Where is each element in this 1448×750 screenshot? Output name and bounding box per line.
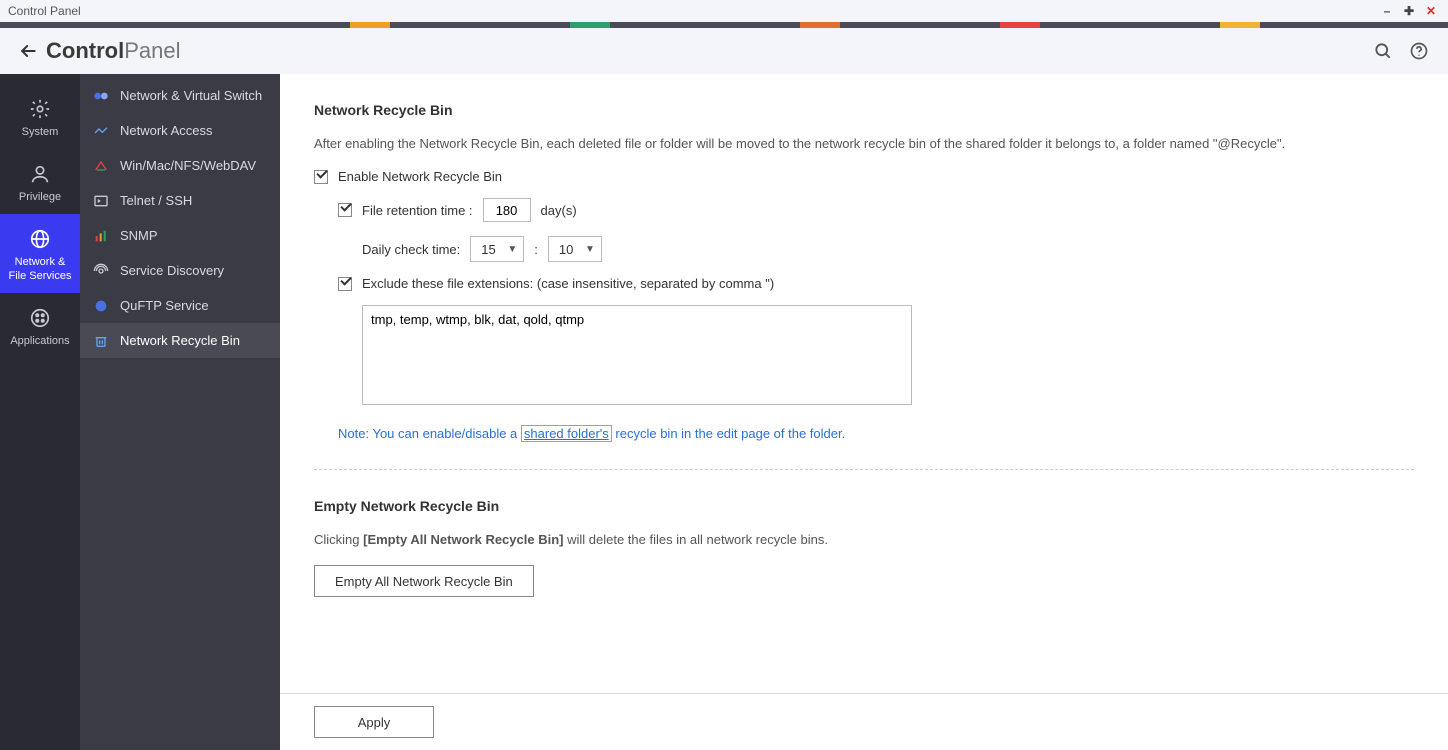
daily-check-label: Daily check time: [362,242,460,257]
shared-folder-link[interactable]: shared folder's [521,425,612,442]
rail-item-applications[interactable]: Applications [0,293,80,358]
sidebar-item-telnet-ssh[interactable]: Telnet / SSH [80,183,280,218]
daily-check-hour-value: 15 [481,242,495,257]
apps-icon [29,307,51,329]
chevron-down-icon: ▼ [507,244,517,255]
section-heading-empty: Empty Network Recycle Bin [314,498,1414,514]
switch-icon [92,87,110,105]
exclude-checkbox[interactable] [338,277,352,291]
sidebar-item-win-mac-nfs-webdav[interactable]: Win/Mac/NFS/WebDAV [80,148,280,183]
search-icon [1373,41,1393,61]
help-icon [1409,41,1429,61]
section-description: After enabling the Network Recycle Bin, … [314,136,1414,151]
daily-check-minute-value: 10 [559,242,573,257]
page-title-light: Panel [124,38,180,63]
sidebar-item-network-recycle-bin[interactable]: Network Recycle Bin [80,323,280,358]
rail-item-privilege[interactable]: Privilege [0,149,80,214]
sidebar-item-label: Network & Virtual Switch [120,88,262,103]
back-button[interactable] [14,37,42,65]
retention-checkbox[interactable] [338,203,352,217]
sidebar-item-label: QuFTP Service [120,298,209,313]
rail-item-label: System [4,126,76,139]
user-icon [29,163,51,185]
exclude-row: Exclude these file extensions: (case ins… [338,276,1414,291]
window-titlebar: Control Panel – ✚ ✕ [0,0,1448,22]
terminal-icon [92,192,110,210]
window-minimize-button[interactable]: – [1378,2,1396,20]
ftp-icon [92,297,110,315]
window-title: Control Panel [8,4,81,18]
apply-button[interactable]: Apply [314,706,434,738]
time-separator: : [534,242,538,257]
rail-item-label: Network & File Services [4,256,76,282]
accent-bar [0,22,1448,28]
section-divider [314,469,1414,470]
empty-description: Clicking [Empty All Network Recycle Bin]… [314,532,1414,547]
content-area: Network Recycle Bin After enabling the N… [280,74,1448,750]
bars-icon [92,227,110,245]
sidebar-item-service-discovery[interactable]: Service Discovery [80,253,280,288]
rail-item-system[interactable]: System [0,84,80,149]
globe-icon [29,228,51,250]
exclude-extensions-textarea[interactable] [362,305,912,405]
recycle-bin-icon [92,332,110,350]
access-icon [92,122,110,140]
enable-recycle-bin-checkbox[interactable] [314,170,328,184]
gear-icon [29,98,51,120]
daily-check-row: Daily check time: 15 ▼ : 10 ▼ [362,236,1414,262]
sidebar-item-label: Win/Mac/NFS/WebDAV [120,158,256,173]
enable-recycle-bin-label: Enable Network Recycle Bin [338,169,502,184]
retention-label: File retention time : [362,203,473,218]
help-button[interactable] [1404,36,1434,66]
category-rail: System Privilege Network & File Services… [0,74,80,750]
protocols-icon [92,157,110,175]
section-heading-recycle-bin: Network Recycle Bin [314,102,1414,118]
note-text-2: recycle bin in the edit page of the fold… [615,426,845,441]
window-close-button[interactable]: ✕ [1422,2,1440,20]
sidebar-item-quftp-service[interactable]: QuFTP Service [80,288,280,323]
sidebar-item-label: Network Recycle Bin [120,333,240,348]
header: ControlPanel [0,28,1448,74]
chevron-down-icon: ▼ [585,244,595,255]
note-prefix: Note: [338,426,369,441]
retention-days-input[interactable] [483,198,531,222]
rail-item-label: Applications [4,335,76,348]
sidebar-item-label: SNMP [120,228,158,243]
sidebar: Network & Virtual Switch Network Access … [80,74,280,750]
note-line: Note: You can enable/disable a shared fo… [338,426,1414,441]
rail-item-network-file-services[interactable]: Network & File Services [0,214,80,292]
radar-icon [92,262,110,280]
retention-row: File retention time : day(s) [338,198,1414,222]
enable-recycle-bin-row: Enable Network Recycle Bin [314,169,1414,184]
arrow-left-icon [18,41,38,61]
sidebar-item-label: Service Discovery [120,263,224,278]
window-maximize-button[interactable]: ✚ [1400,2,1418,20]
daily-check-hour-select[interactable]: 15 ▼ [470,236,524,262]
page-title-bold: Control [46,38,124,63]
sidebar-item-label: Telnet / SSH [120,193,192,208]
daily-check-minute-select[interactable]: 10 ▼ [548,236,602,262]
sidebar-item-network-access[interactable]: Network Access [80,113,280,148]
exclude-label: Exclude these file extensions: (case ins… [362,276,774,291]
footer: Apply [280,693,1448,750]
retention-unit: day(s) [541,203,577,218]
sidebar-item-network-virtual-switch[interactable]: Network & Virtual Switch [80,78,280,113]
rail-item-label: Privilege [4,191,76,204]
empty-all-button[interactable]: Empty All Network Recycle Bin [314,565,534,597]
page-title: ControlPanel [46,38,180,64]
note-text-1: You can enable/disable a [372,426,517,441]
search-button[interactable] [1368,36,1398,66]
sidebar-item-label: Network Access [120,123,212,138]
sidebar-item-snmp[interactable]: SNMP [80,218,280,253]
